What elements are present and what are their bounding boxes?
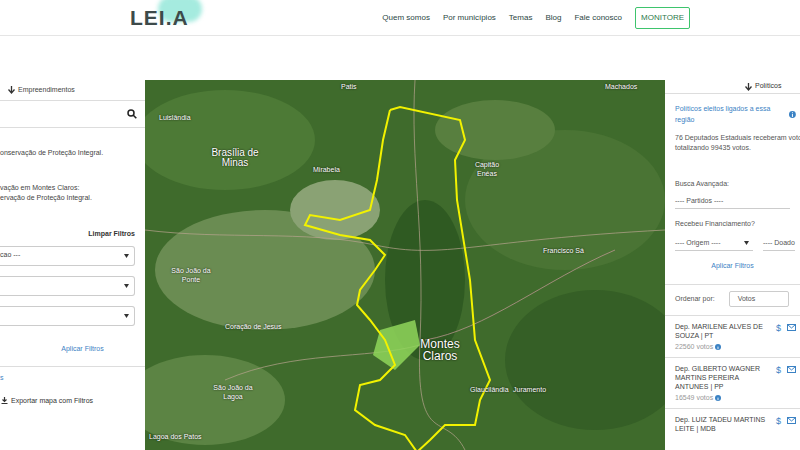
finance-icon[interactable]: $: [776, 322, 781, 336]
section-heading: Políticos eleitos ligados a essa região: [675, 104, 789, 125]
map-label: Montes Claros: [415, 338, 465, 362]
top-bar: LEI.A Quem somos Por municípios Temas Bl…: [0, 0, 800, 36]
caret-icon: [124, 254, 129, 258]
filter-select[interactable]: cao ---: [0, 246, 135, 266]
map[interactable]: Luislândia Brasília de Minas Patis Mirab…: [145, 80, 665, 450]
caret-icon: [124, 284, 129, 288]
info-text: vação em Montes Claros:: [0, 183, 145, 193]
parties-select[interactable]: ---- Partidos ----: [675, 196, 790, 210]
nav-link[interactable]: Fale conosco: [574, 12, 622, 24]
monitore-button[interactable]: MONITORE: [635, 7, 690, 29]
vote-count: 22560 votos: [675, 342, 713, 351]
clear-filters-link[interactable]: Limpar Filtros: [88, 229, 135, 240]
filter-select[interactable]: [0, 306, 135, 326]
right-panel: Políticos Políticos eleitos ligados a es…: [665, 80, 800, 450]
main-nav: Quem somos Por municípios Temas Blog Fal…: [382, 7, 690, 29]
politician-name: Dep. LUIZ TADEU MARTINS LEITE | MDB: [675, 415, 767, 433]
politician-name: Dep. MARILENE ALVES DE SOUZA | PT: [675, 322, 767, 340]
arrow-down-icon: [8, 86, 15, 94]
summary-text: 76 Deputados Estaduais receberam votos e…: [675, 133, 800, 143]
arrow-down-icon: [745, 83, 752, 91]
map-label: São João da Ponte: [171, 266, 211, 284]
vote-count: 16549 votos: [675, 393, 713, 402]
map-label: Juramento: [513, 385, 546, 396]
logo-text[interactable]: LEI.A: [130, 2, 189, 34]
map-label: Lagoa dos Patos: [149, 432, 202, 443]
panel-title: Empreendimentos: [18, 85, 75, 96]
map-label: Luislândia: [159, 113, 191, 124]
sort-label: Ordenar por:: [675, 294, 715, 305]
caret-icon: [124, 314, 129, 318]
left-panel: Empreendimentos onservação de Proteção I…: [0, 80, 145, 450]
politician-card[interactable]: Dep. GILBERTO WAGNER MARTINS PEREIRA ANT…: [665, 357, 800, 408]
mail-icon[interactable]: [787, 366, 796, 373]
info-text: ervação de Proteção Integral.: [0, 193, 145, 203]
nav-link[interactable]: Blog: [545, 12, 561, 24]
panel-title: Políticos: [755, 81, 781, 92]
search-box[interactable]: [0, 101, 145, 128]
mail-icon[interactable]: [787, 324, 796, 331]
politician-card[interactable]: Dep. MARILENE ALVES DE SOUZA | PT 22560 …: [665, 315, 800, 357]
search-icon[interactable]: [127, 109, 137, 119]
caret-icon: [744, 241, 749, 245]
map-label: Coração de Jesus: [225, 322, 281, 333]
sort-select[interactable]: Votos: [729, 291, 789, 308]
mail-icon[interactable]: [787, 417, 796, 424]
finance-icon[interactable]: $: [776, 415, 781, 429]
nav-link[interactable]: Temas: [509, 12, 533, 24]
section-label: Busca Avançada:: [665, 179, 800, 190]
info-icon[interactable]: [789, 111, 796, 118]
donor-select[interactable]: ---- Doado: [763, 238, 795, 252]
apply-filters-link[interactable]: Aplicar Filtros: [61, 344, 103, 355]
finance-icon[interactable]: $: [776, 364, 781, 378]
export-link[interactable]: Exportar mapa com Filtros: [0, 396, 145, 407]
download-icon: [1, 397, 8, 404]
map-label: Capitão Enéas: [470, 160, 504, 178]
politician-list: Dep. MARILENE ALVES DE SOUZA | PT 22560 …: [665, 315, 800, 450]
map-label: Patis: [341, 82, 357, 93]
panel-header[interactable]: Empreendimentos: [0, 80, 145, 101]
map-label: Mirabela: [313, 165, 340, 176]
section-label: Recebeu Financiamento?: [665, 219, 800, 230]
map-label: São João da Lagoa: [213, 383, 253, 401]
filter-select[interactable]: [0, 276, 135, 296]
apply-filters-link[interactable]: Aplicar Filtros: [711, 261, 753, 272]
logo[interactable]: LEI.A: [130, 2, 189, 34]
politician-name: Dep. GILBERTO WAGNER MARTINS PEREIRA ANT…: [675, 364, 767, 391]
map-terrain: [145, 80, 665, 450]
nav-link[interactable]: Por municípios: [443, 12, 496, 24]
nav-link[interactable]: Quem somos: [382, 12, 430, 24]
panel-header[interactable]: Políticos: [665, 80, 800, 94]
info-text: onservação de Proteção Integral.: [0, 148, 145, 158]
map-label: Machados: [605, 82, 637, 93]
map-label: Francisco Sá: [543, 246, 584, 257]
info-icon[interactable]: [715, 344, 721, 350]
summary-text: totalizando 99435 votos.: [675, 143, 800, 153]
map-label: Glaucilândia: [470, 385, 509, 396]
info-icon[interactable]: [715, 395, 721, 401]
origin-select[interactable]: ---- Origem ----: [675, 238, 753, 252]
map-label: Brasília de Minas: [205, 148, 265, 168]
politician-card[interactable]: Dep. LUIZ TADEU MARTINS LEITE | MDB $: [665, 408, 800, 450]
section-label: s: [0, 374, 4, 381]
